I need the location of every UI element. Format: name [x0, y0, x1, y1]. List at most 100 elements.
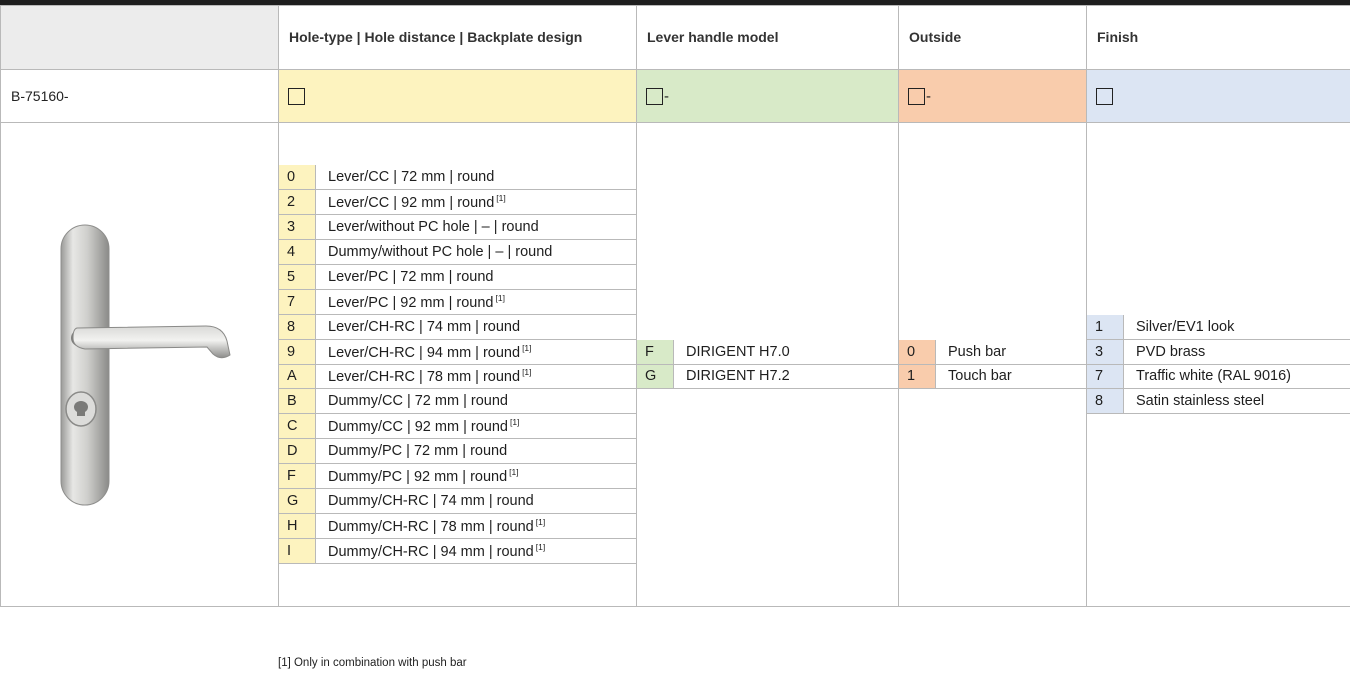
lever-model-option-description-text: DIRIGENT H7.2	[686, 368, 790, 385]
hole-type-option-description-text: Dummy/without PC hole | – | round	[328, 243, 553, 260]
hole-type-option-description: Lever/PC | 72 mm | round	[315, 264, 636, 290]
finish-option-row[interactable]: 7 Traffic white (RAL 9016)	[1087, 364, 1350, 390]
finish-option-description-text: Satin stainless steel	[1136, 393, 1265, 410]
configurator-table: Hole-type | Hole distance | Backplate de…	[0, 5, 1350, 607]
hole-type-option-description: Dummy/CH-RC | 74 mm | round	[315, 488, 636, 514]
hole-type-option-code: 2	[279, 189, 316, 216]
hole-type-option-row[interactable]: I Dummy/CH-RC | 94 mm | round [1]	[279, 538, 636, 564]
hole-type-option-code: C	[279, 413, 316, 440]
outside-option-row[interactable]: 1 Touch bar	[899, 364, 1086, 390]
hole-type-option-row[interactable]: 5 Lever/PC | 72 mm | round	[279, 264, 636, 290]
footnote-reference: [1]	[496, 193, 506, 204]
finish-option-description: Silver/EV1 look	[1123, 314, 1350, 340]
finish-option-row[interactable]: 8 Satin stainless steel	[1087, 388, 1350, 415]
outside-selector: -	[898, 69, 1087, 123]
header-hole-type: Hole-type | Hole distance | Backplate de…	[278, 5, 637, 70]
hole-type-option-code: 5	[279, 264, 316, 290]
finish-selector	[1086, 69, 1350, 123]
hole-type-option-code: 7	[279, 289, 316, 315]
hole-type-option-description-text: Lever/PC | 72 mm | round	[328, 268, 494, 285]
hole-type-option-description-text: Lever/without PC hole | – | round	[328, 219, 539, 236]
hole-type-option-code: H	[279, 513, 316, 539]
outside-option-description-text: Touch bar	[948, 368, 1012, 385]
footnote: [1] Only in combination with push bar	[278, 657, 467, 669]
hole-type-option-description-text: Lever/CH-RC | 78 mm | round	[328, 369, 521, 386]
hole-type-column: 0 Lever/CC | 72 mm | round 2 Lever/CC | 92 …	[278, 122, 637, 607]
outside-checkbox[interactable]	[908, 87, 925, 105]
lever-handle-icon	[60, 224, 231, 506]
finish-checkbox[interactable]	[1096, 87, 1113, 105]
hole-type-option-description: Dummy/CC | 72 mm | round	[315, 388, 636, 415]
hole-type-option-row[interactable]: 9 Lever/CH-RC | 94 mm | round [1]	[279, 339, 636, 365]
outside-option-row[interactable]: 0 Push bar	[899, 339, 1086, 365]
footnote-reference: [1]	[522, 367, 532, 378]
outside-list: 0 Push bar 1 Touch bar	[899, 339, 1086, 390]
hole-type-option-row[interactable]: D Dummy/PC | 72 mm | round	[279, 438, 636, 465]
finish-option-code: 1	[1087, 314, 1124, 340]
finish-option-row[interactable]: 3 PVD brass	[1087, 339, 1350, 365]
hole-type-option-description: Dummy/PC | 92 mm | round [1]	[315, 463, 636, 489]
finish-column: 1 Silver/EV1 look 3 PVD brass 7 Traffic white…	[1086, 122, 1350, 607]
hole-type-option-row[interactable]: 8 Lever/CH-RC | 74 mm | round	[279, 314, 636, 340]
hole-type-option-code: F	[279, 463, 316, 489]
finish-option-description-text: Silver/EV1 look	[1136, 318, 1235, 335]
footnote-reference: [1]	[535, 516, 546, 527]
hole-type-option-row[interactable]: 2 Lever/CC | 92 mm | round [1]	[279, 189, 636, 216]
hole-type-option-description: Lever/CH-RC | 94 mm | round [1]	[315, 339, 636, 365]
lever-selector: -	[636, 69, 899, 123]
finish-list: 1 Silver/EV1 look 3 PVD brass 7 Traffic white…	[1087, 314, 1350, 415]
hole-type-checkbox[interactable]	[288, 87, 305, 105]
lever-model-option-row[interactable]: G DIRIGENT H7.2	[637, 364, 898, 390]
hole-type-option-description-text: Dummy/CC | 72 mm | round	[328, 393, 508, 410]
outside-option-code: 0	[899, 339, 936, 365]
finish-option-code: 3	[1087, 339, 1124, 365]
outside-option-description: Touch bar	[935, 364, 1086, 390]
hole-type-option-row[interactable]: A Lever/CH-RC | 78 mm | round [1]	[279, 364, 636, 390]
lever-model-option-description: DIRIGENT H7.2	[673, 364, 898, 390]
hole-type-option-description-text: Dummy/CH-RC | 78 mm | round	[328, 518, 534, 535]
hole-type-option-row[interactable]: G Dummy/CH-RC | 74 mm | round	[279, 488, 636, 514]
finish-option-description-text: Traffic white (RAL 9016)	[1136, 368, 1291, 385]
hole-type-option-code: B	[279, 388, 316, 415]
hole-type-option-row[interactable]: F Dummy/PC | 92 mm | round [1]	[279, 463, 636, 489]
lever-model-list: F DIRIGENT H7.0 G DIRIGENT H7.2	[637, 339, 898, 390]
hole-type-option-row[interactable]: C Dummy/CC | 92 mm | round [1]	[279, 413, 636, 440]
hole-type-option-description: Lever/CC | 72 mm | round	[315, 165, 636, 191]
finish-option-description-text: PVD brass	[1136, 343, 1206, 360]
lever-model-option-row[interactable]: F DIRIGENT H7.0	[637, 339, 898, 365]
finish-option-description: Traffic white (RAL 9016)	[1123, 364, 1350, 390]
lever-model-checkbox[interactable]	[646, 87, 663, 105]
lever-model-option-description-text: DIRIGENT H7.0	[686, 343, 790, 360]
hole-type-option-row[interactable]: 0 Lever/CC | 72 mm | round	[279, 165, 636, 191]
header-lever-model: Lever handle model	[636, 5, 899, 70]
finish-option-code: 8	[1087, 388, 1124, 415]
code-separator: -	[664, 87, 669, 105]
hole-type-option-code: G	[279, 488, 316, 514]
header-row: Hole-type | Hole distance | Backplate de…	[0, 5, 1350, 70]
hole-type-option-code: 8	[279, 314, 316, 340]
lever-column: F DIRIGENT H7.0 G DIRIGENT H7.2	[636, 122, 899, 607]
hole-type-option-description-text: Dummy/PC | 72 mm | round	[328, 443, 508, 460]
hole-type-option-row[interactable]: 7 Lever/PC | 92 mm | round [1]	[279, 289, 636, 315]
outside-option-description: Push bar	[935, 339, 1086, 365]
hole-type-option-description: Lever/without PC hole | – | round	[315, 214, 636, 241]
hole-type-option-row[interactable]: 3 Lever/without PC hole | – | round	[279, 214, 636, 241]
hole-type-option-row[interactable]: H Dummy/CH-RC | 78 mm | round [1]	[279, 513, 636, 539]
hole-type-option-code: A	[279, 364, 316, 390]
header-finish: Finish	[1086, 5, 1350, 70]
product-image-cell	[0, 122, 279, 607]
finish-option-row[interactable]: 1 Silver/EV1 look	[1087, 314, 1350, 340]
lever-model-option-code: F	[637, 339, 674, 365]
lever-model-option-code: G	[637, 364, 674, 390]
hole-type-option-description-text: Dummy/CH-RC | 94 mm | round	[328, 543, 534, 560]
hole-type-option-description: Lever/CH-RC | 74 mm | round	[315, 314, 636, 340]
hole-type-option-description: Dummy/PC | 72 mm | round	[315, 438, 636, 465]
hole-type-list: 0 Lever/CC | 72 mm | round 2 Lever/CC | 92 …	[279, 165, 636, 564]
hole-type-option-row[interactable]: B Dummy/CC | 72 mm | round	[279, 388, 636, 415]
hole-type-option-row[interactable]: 4 Dummy/without PC hole | – | round	[279, 239, 636, 265]
hole-type-option-description: Lever/CC | 92 mm | round [1]	[315, 189, 636, 216]
hole-type-option-description-text: Dummy/PC | 92 mm | round	[328, 469, 508, 485]
outside-option-description-text: Push bar	[948, 343, 1007, 360]
hole-type-option-description-text: Lever/CH-RC | 74 mm | round	[328, 318, 521, 335]
hole-type-selector	[278, 69, 637, 123]
